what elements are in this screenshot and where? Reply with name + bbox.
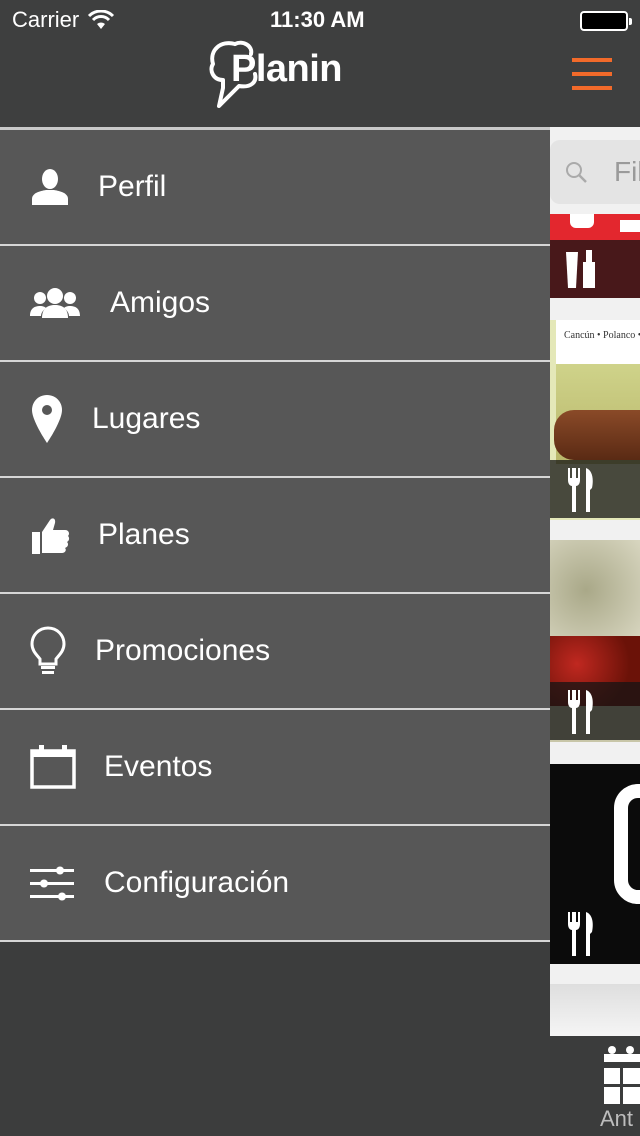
side-drawer: Carrier 11:30 AM Planin Perfil Amigos Lu…	[0, 0, 550, 1136]
tab-bar: Ant	[550, 1036, 640, 1136]
category-bar	[550, 460, 640, 518]
restaurant-icon	[568, 468, 593, 512]
carrier-label: Carrier	[12, 7, 80, 32]
menu-label-perfil: Perfil	[98, 170, 167, 203]
thumbs-up-icon	[30, 516, 70, 554]
search-input[interactable]: Fil	[550, 140, 640, 204]
status-carrier-area: Carrier	[12, 7, 115, 33]
drawer-header: Carrier 11:30 AM Planin	[0, 0, 550, 127]
menu-label-lugares: Lugares	[92, 402, 201, 435]
menu-item-amigos[interactable]: Amigos	[0, 246, 550, 362]
list-item[interactable]	[550, 540, 640, 742]
sliders-icon	[30, 865, 74, 901]
menu-label-planes: Planes	[98, 518, 190, 551]
menu-item-perfil[interactable]: Perfil	[0, 130, 550, 246]
menu-toggle-button[interactable]	[572, 58, 612, 90]
list-item[interactable]	[550, 214, 640, 298]
menu-label-promociones: Promociones	[95, 634, 271, 667]
status-time: 11:30 AM	[270, 7, 365, 32]
planin-logo: Planin	[205, 38, 355, 110]
restaurant-icon	[568, 912, 593, 956]
menu-item-planes[interactable]: Planes	[0, 478, 550, 594]
category-bar	[550, 240, 640, 298]
menu-item-promociones[interactable]: Promociones	[0, 594, 550, 710]
friends-icon	[30, 286, 80, 320]
tab-label[interactable]: Ant	[600, 1106, 633, 1132]
lightbulb-icon	[30, 626, 66, 676]
list-item[interactable]	[550, 764, 640, 964]
list-item[interactable]: Cancún • Polanco •	[550, 320, 640, 520]
wifi-icon	[88, 10, 115, 29]
restaurant-icon	[568, 690, 593, 734]
list-item[interactable]	[550, 984, 640, 1036]
main-header	[550, 0, 640, 127]
person-icon	[30, 167, 70, 207]
logo-text: Planin	[231, 48, 343, 90]
drinks-icon	[566, 250, 595, 288]
card-caption: Cancún • Polanco •	[564, 330, 640, 341]
search-placeholder: Fil	[614, 156, 640, 187]
calendar-icon	[30, 745, 76, 789]
menu-label-eventos: Eventos	[104, 750, 213, 783]
location-pin-icon	[32, 395, 62, 443]
menu-label-configuracion: Configuración	[104, 866, 290, 899]
search-icon	[566, 162, 587, 183]
menu-label-amigos: Amigos	[110, 286, 211, 319]
menu-item-eventos[interactable]: Eventos	[0, 710, 550, 826]
tab-antojos-icon[interactable]	[602, 1044, 640, 1106]
menu-item-lugares[interactable]: Lugares	[0, 362, 550, 478]
battery-icon	[580, 11, 632, 31]
drawer-menu: Perfil Amigos Lugares Planes Promociones…	[0, 127, 550, 942]
main-content-peek[interactable]: Fil Cancún • Polanco •	[550, 0, 640, 1136]
category-bar	[550, 682, 640, 740]
menu-item-configuracion[interactable]: Configuración	[0, 826, 550, 942]
